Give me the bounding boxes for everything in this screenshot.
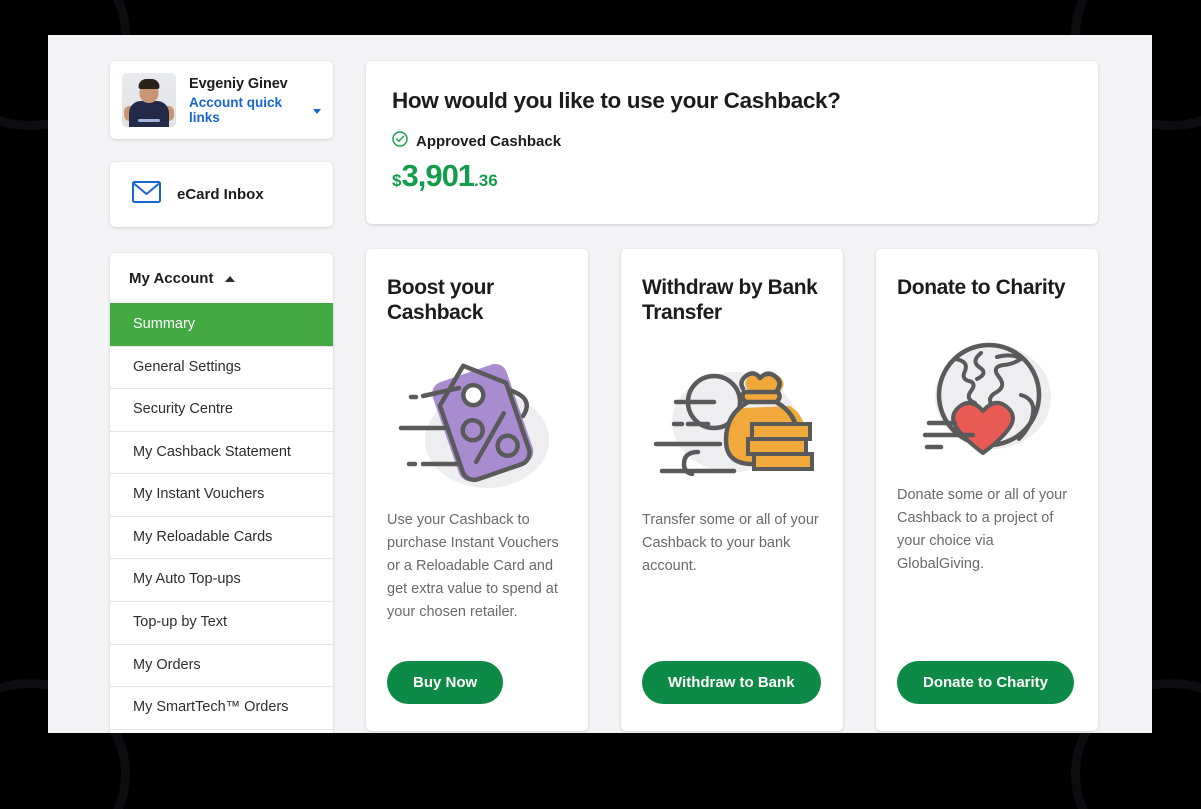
sidebar-item-general-settings[interactable]: General Settings [110, 345, 333, 389]
price-tag-percent-icon [387, 331, 567, 509]
sidebar-item-my-smarttech-orders[interactable]: My SmartTech™ Orders [110, 686, 333, 729]
promo-card-description: Use your Cashback to purchase Instant Vo… [387, 512, 559, 620]
sidebar-item-my-auto-top-ups[interactable]: My Auto Top-ups [110, 558, 333, 601]
approved-cashback-row: Approved Cashback [392, 131, 1072, 152]
menu-item-list: Summary General Settings Security Centre My… [110, 303, 333, 733]
profile-name: Evgeniy Ginev [189, 75, 288, 92]
browser-viewport: Evgeniy Ginev Account quick links eCard … [48, 35, 1152, 733]
account-quick-links[interactable]: Account quick links [189, 95, 321, 125]
sidebar-item-cycle-to-work[interactable]: Cycle To Work [110, 728, 333, 733]
device-frame: Evgeniy Ginev Account quick links eCard … [0, 0, 1201, 809]
my-account-menu-header-label: My Account [129, 270, 214, 287]
account-quick-links-label: Account quick links [189, 95, 283, 126]
sidebar-item-top-up-by-text[interactable]: Top-up by Text [110, 600, 333, 644]
promo-card-row: Boost your Cashback Use your Cashback to… [366, 249, 1098, 731]
profile-card[interactable]: Evgeniy Ginev Account quick links [110, 61, 333, 139]
my-account-menu-header[interactable]: My Account [110, 253, 333, 303]
promo-card-description: Donate some or all of your Cashback to a… [897, 487, 1068, 572]
cashback-summary-card: How would you like to use your Cashback?… [366, 61, 1098, 224]
avatar [122, 73, 176, 127]
sidebar-item-my-cashback-statement[interactable]: My Cashback Statement [110, 430, 333, 474]
money-bag-coins-icon [642, 331, 822, 509]
profile-text: Evgeniy Ginev Account quick links [189, 75, 321, 125]
cashback-amount: $ 3,901 .36 [392, 158, 1072, 194]
envelope-icon [132, 181, 161, 208]
sidebar-item-security-centre[interactable]: Security Centre [110, 388, 333, 431]
sidebar-item-my-reloadable-cards[interactable]: My Reloadable Cards [110, 515, 333, 559]
check-circle-icon [392, 131, 408, 152]
promo-card-description: Transfer some or all of your Cashback to… [642, 512, 819, 575]
buy-now-button[interactable]: Buy Now [387, 661, 504, 704]
promo-card-withdraw: Withdraw by Bank Transfer Transfer some … [621, 249, 843, 731]
donate-to-charity-button[interactable]: Donate to Charity [897, 661, 1075, 704]
amount-whole: 3,901 [401, 158, 475, 193]
chevron-up-icon [225, 275, 236, 282]
promo-card-title: Donate to Charity [897, 276, 1066, 299]
ecard-inbox-card[interactable]: eCard Inbox [110, 162, 333, 227]
sidebar-item-my-orders[interactable]: My Orders [110, 643, 333, 687]
globe-heart-icon [897, 306, 1077, 484]
promo-card-donate: Donate to Charity Donate some or all of … [876, 249, 1098, 731]
sidebar: Evgeniy Ginev Account quick links eCard … [110, 61, 333, 733]
withdraw-to-bank-button[interactable]: Withdraw to Bank [642, 661, 821, 704]
sidebar-item-summary[interactable]: Summary [110, 303, 333, 346]
promo-card-title: Boost your Cashback [387, 276, 494, 325]
currency-symbol: $ [392, 171, 402, 190]
promo-card-title: Withdraw by Bank Transfer [642, 276, 818, 325]
approved-cashback-label: Approved Cashback [416, 133, 562, 150]
page-content: Evgeniy Ginev Account quick links eCard … [48, 35, 1152, 733]
promo-card-boost: Boost your Cashback Use your Cashback to… [366, 249, 588, 731]
main-content: How would you like to use your Cashback?… [366, 61, 1098, 731]
chevron-down-icon [313, 108, 321, 114]
amount-decimal: .36 [474, 171, 498, 190]
my-account-menu: My Account Summary General Settings Securi… [110, 253, 333, 733]
page-title: How would you like to use your Cashback? [392, 88, 841, 113]
sidebar-item-my-instant-vouchers[interactable]: My Instant Vouchers [110, 473, 333, 516]
ecard-inbox-label: eCard Inbox [177, 186, 264, 203]
